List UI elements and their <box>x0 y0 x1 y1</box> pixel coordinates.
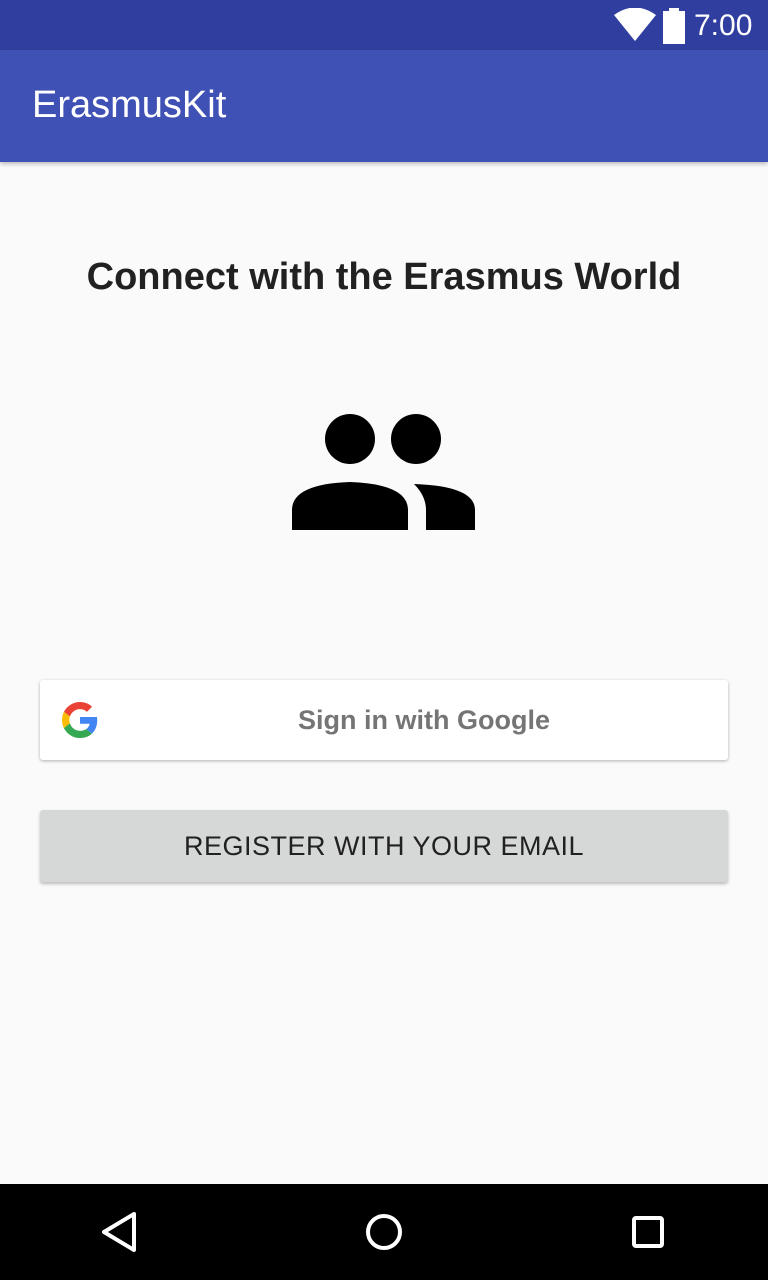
google-sign-in-label: Sign in with Google <box>298 705 550 735</box>
status-bar: 7:00 <box>0 0 768 50</box>
recents-icon[interactable] <box>624 1208 672 1256</box>
google-sign-in-button[interactable]: Sign in with Google <box>40 680 728 760</box>
wifi-icon <box>614 8 656 41</box>
google-logo-icon <box>62 702 98 738</box>
battery-icon <box>663 8 685 44</box>
navigation-bar <box>0 1184 768 1280</box>
app-bar: ErasmusKit <box>0 50 768 162</box>
page-headline: Connect with the Erasmus World <box>86 256 682 298</box>
people-icon <box>292 414 475 530</box>
home-icon[interactable] <box>360 1208 408 1256</box>
register-email-button[interactable]: REGISTER WITH YOUR EMAIL <box>40 810 728 882</box>
back-icon[interactable] <box>96 1208 144 1256</box>
app-title: ErasmusKit <box>32 84 227 126</box>
screen: 7:00 ErasmusKit Connect with the Erasmus… <box>0 0 768 1280</box>
status-time: 7:00 <box>694 9 753 42</box>
